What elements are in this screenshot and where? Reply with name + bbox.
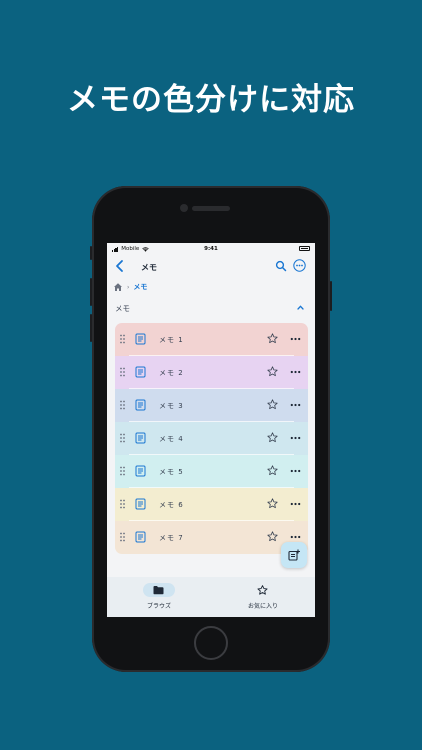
breadcrumb-separator: › [127,283,130,291]
status-time: 9:41 [204,246,218,252]
favorite-star-icon[interactable] [267,399,278,410]
breadcrumb-current[interactable]: メモ [133,282,147,292]
app-screen: Mobile 9:41 メモ › メモ メモ メモ 1 メモ 2 メモ 3 メモ… [107,243,315,617]
new-note-icon [288,549,300,561]
memo-title: メモ 5 [159,468,184,476]
memo-row[interactable]: メモ 6 [115,488,308,521]
more-horizontal-icon[interactable] [290,502,301,506]
favorite-star-icon[interactable] [267,432,278,443]
new-note-button[interactable] [281,542,307,568]
note-icon [135,465,146,477]
favorite-star-icon[interactable] [267,333,278,344]
star-icon [257,585,268,595]
more-horizontal-icon[interactable] [290,403,301,407]
note-icon [135,432,146,444]
memo-row[interactable]: メモ 2 [115,356,308,389]
memo-title: メモ 1 [159,336,184,344]
promo-headline: メモの色分けに対応 [67,82,355,118]
more-horizontal-icon[interactable] [290,370,301,374]
home-button[interactable] [194,626,228,660]
power-button [330,281,332,311]
favorite-star-icon[interactable] [267,498,278,509]
chevron-up-icon[interactable] [296,303,305,312]
drag-handle-icon[interactable] [119,367,126,377]
favorite-star-icon[interactable] [267,465,278,476]
tab-favorites-label: お気に入り [247,603,278,610]
memo-title: メモ 2 [159,369,184,377]
memo-title: メモ 7 [159,534,184,542]
note-icon [135,399,146,411]
search-icon[interactable] [275,260,287,272]
more-circle-icon[interactable] [293,259,306,272]
drag-handle-icon[interactable] [119,400,126,410]
breadcrumb: › メモ [113,281,147,293]
home-icon[interactable] [113,282,123,292]
memo-title: メモ 6 [159,501,184,509]
more-horizontal-icon[interactable] [290,436,301,440]
memo-row[interactable]: メモ 3 [115,389,308,422]
tab-browse[interactable]: ブラウズ [107,577,211,617]
memo-row[interactable]: メモ 5 [115,455,308,488]
note-icon [135,498,146,510]
front-camera [180,204,188,212]
memo-title: メモ 4 [159,435,184,443]
tab-favorites[interactable]: お気に入り [211,577,315,617]
volume-up-button [90,278,92,306]
more-horizontal-icon[interactable] [290,337,301,341]
note-icon [135,333,146,345]
drag-handle-icon[interactable] [119,499,126,509]
drag-handle-icon[interactable] [119,433,126,443]
favorite-star-icon[interactable] [267,366,278,377]
status-bar: Mobile 9:41 [107,243,315,255]
page-title: メモ [141,263,157,272]
favorite-star-icon[interactable] [267,531,278,542]
folder-icon [153,586,164,595]
section-header[interactable]: メモ [115,301,309,313]
memo-row[interactable]: メモ 1 [115,323,308,356]
memo-row[interactable]: メモ 4 [115,422,308,455]
battery-icon [299,246,310,251]
more-horizontal-icon[interactable] [290,535,301,539]
section-label: メモ [115,304,130,313]
drag-handle-icon[interactable] [119,334,126,344]
tab-browse-label: ブラウズ [146,603,171,610]
note-icon [135,531,146,543]
more-horizontal-icon[interactable] [290,469,301,473]
chevron-left-icon[interactable] [113,259,127,273]
tab-bar: ブラウズ お気に入り [107,577,315,617]
volume-down-button [90,314,92,342]
memo-list: メモ 1 メモ 2 メモ 3 メモ 4 メモ 5 メモ 6 メモ 7 [115,323,308,554]
note-icon [135,366,146,378]
memo-title: メモ 3 [159,402,184,410]
drag-handle-icon[interactable] [119,532,126,542]
phone-frame: Mobile 9:41 メモ › メモ メモ メモ 1 メモ 2 メモ 3 メモ… [90,186,332,672]
navigation-bar: メモ [107,256,315,278]
earpiece-speaker [192,206,230,211]
memo-row[interactable]: メモ 7 [115,521,308,554]
drag-handle-icon[interactable] [119,466,126,476]
promo-page: メモの色分けに対応 Mobile 9:41 メモ › メモ メモ メモ 1 メモ… [0,0,422,750]
mute-switch [90,246,92,260]
